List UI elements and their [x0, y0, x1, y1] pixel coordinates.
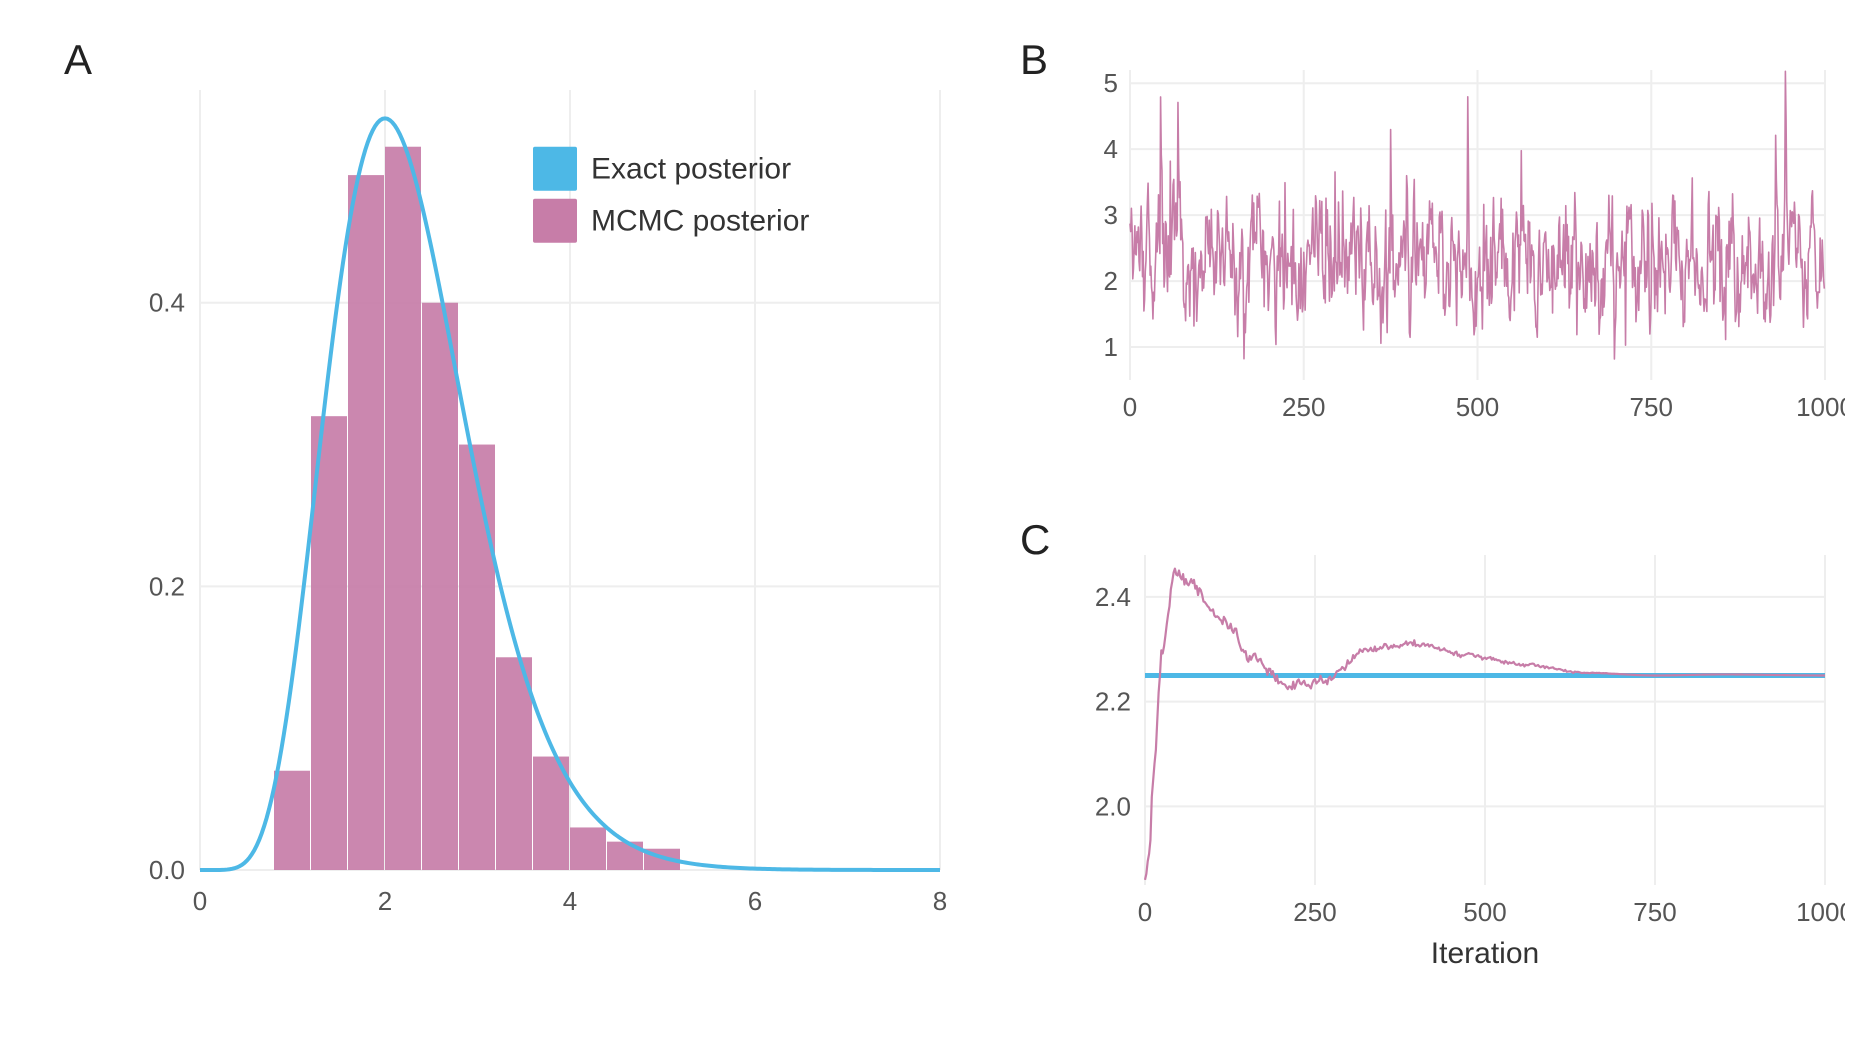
svg-text:2.2: 2.2 [1095, 687, 1131, 717]
svg-text:1000: 1000 [1796, 897, 1845, 927]
svg-text:8: 8 [933, 886, 947, 916]
svg-text:0: 0 [1138, 897, 1152, 927]
panel-C: 0 250 500 750 1000 2.0 2.2 2.4 Iteration [1075, 545, 1845, 985]
svg-text:500: 500 [1463, 897, 1506, 927]
svg-text:250: 250 [1282, 392, 1325, 422]
svg-text:2.4: 2.4 [1095, 582, 1131, 612]
svg-text:1000: 1000 [1796, 392, 1845, 422]
histogram-bar [385, 147, 421, 870]
legend-label: Exact posterior [591, 153, 791, 186]
chart-C: 0 250 500 750 1000 2.0 2.2 2.4 Iteration [1075, 545, 1845, 985]
histogram-bar [570, 827, 606, 870]
svg-text:3: 3 [1104, 200, 1118, 230]
svg-text:500: 500 [1456, 392, 1499, 422]
panel-label-A: A [64, 36, 92, 84]
svg-text:250: 250 [1293, 897, 1336, 927]
panel-B: 0 250 500 750 1000 1 2 3 4 5 [1075, 60, 1845, 440]
panel-label-C: C [1020, 516, 1050, 564]
svg-text:750: 750 [1633, 897, 1676, 927]
svg-text:2: 2 [1104, 266, 1118, 296]
chart-B: 0 250 500 750 1000 1 2 3 4 5 [1075, 60, 1845, 440]
svg-text:5: 5 [1104, 68, 1118, 98]
svg-text:0: 0 [1123, 392, 1137, 422]
svg-text:6: 6 [748, 886, 762, 916]
x-axis-title: Iteration [1431, 937, 1539, 970]
panel-A: 0 2 4 6 8 0.0 0.2 0.4 Exact posterior MCMC poster… [120, 70, 960, 950]
histogram-bar [459, 445, 495, 870]
figure: A B C 0 2 4 6 8 0.0 0.2 0.4 Exact posterior MCMC … [0, 0, 1875, 1050]
legend-label: MCMC posterior [591, 205, 809, 238]
svg-text:1: 1 [1104, 332, 1118, 362]
svg-text:2: 2 [378, 886, 392, 916]
svg-text:0.4: 0.4 [149, 288, 185, 318]
svg-text:4: 4 [1104, 134, 1118, 164]
svg-text:4: 4 [563, 886, 577, 916]
svg-text:0.0: 0.0 [149, 855, 185, 885]
svg-text:750: 750 [1630, 392, 1673, 422]
chart-A: 0 2 4 6 8 0.0 0.2 0.4 Exact posterior MCMC poster… [120, 70, 960, 950]
svg-text:2.0: 2.0 [1095, 791, 1131, 821]
histogram-bar [422, 303, 458, 870]
histogram-bar [496, 657, 532, 870]
svg-text:0.2: 0.2 [149, 571, 185, 601]
panel-label-B: B [1020, 36, 1048, 84]
histogram-bar [348, 175, 384, 870]
svg-text:0: 0 [193, 886, 207, 916]
histogram-bar [274, 771, 310, 870]
